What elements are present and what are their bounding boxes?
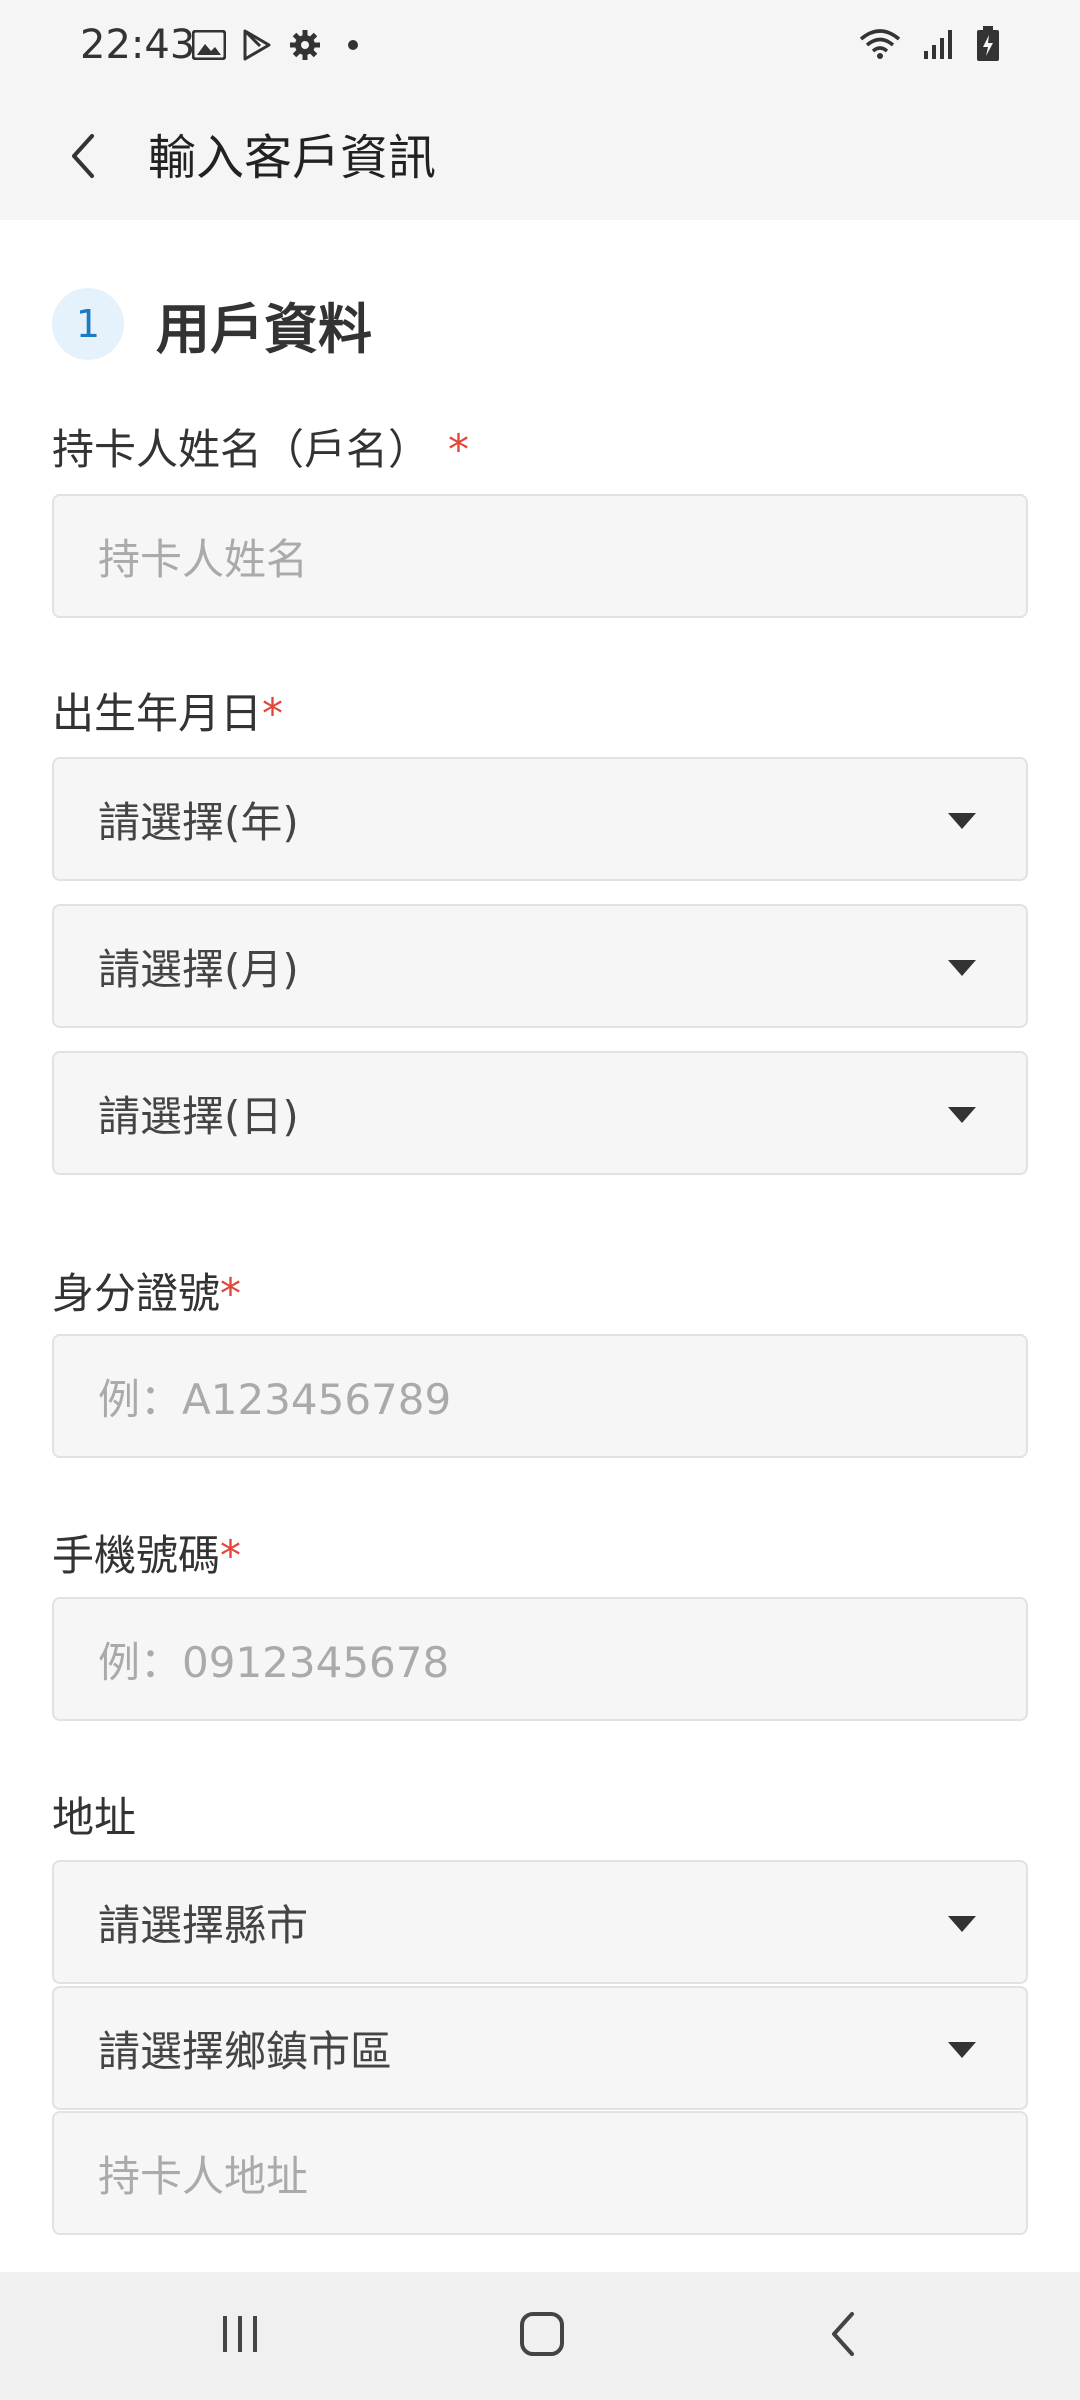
- recent-apps-icon: [218, 2312, 262, 2360]
- caret-down-icon: [948, 1107, 976, 1123]
- birth-year-select-text: 請選擇(年): [98, 797, 299, 847]
- city-select[interactable]: 請選擇縣市: [52, 1860, 1028, 1984]
- cardholder-name-label-text: 持卡人姓名（戶名）: [52, 425, 431, 474]
- birthdate-label: 出生年月日*: [52, 686, 283, 742]
- section-header: 1 用戶資料: [52, 286, 372, 362]
- cardholder-name-placeholder: 持卡人姓名: [98, 534, 309, 584]
- district-select[interactable]: 請選擇鄉鎮市區: [52, 1986, 1028, 2110]
- home-icon: [518, 2310, 566, 2362]
- address-input[interactable]: 持卡人地址: [52, 2111, 1028, 2235]
- image-icon: [191, 29, 227, 64]
- system-nav-bar: [0, 2272, 1080, 2400]
- cardholder-name-label: 持卡人姓名（戶名） *: [52, 422, 469, 478]
- id-number-label: 身分證號*: [52, 1266, 241, 1322]
- mobile-label-text: 手機號碼: [52, 1531, 221, 1580]
- district-select-text: 請選擇鄉鎮市區: [98, 2026, 393, 2076]
- city-select-text: 請選擇縣市: [98, 1900, 309, 1950]
- mobile-label: 手機號碼*: [52, 1528, 241, 1584]
- form-content: 1 用戶資料 持卡人姓名（戶名） * 持卡人姓名 出生年月日* 請選擇(年) 請選…: [0, 220, 1080, 2272]
- required-mark: *: [262, 689, 284, 738]
- signal-icon: [922, 27, 956, 65]
- mobile-placeholder: 例：0912345678: [98, 1637, 450, 1687]
- birth-day-select[interactable]: 請選擇(日): [52, 1051, 1028, 1175]
- caret-down-icon: [948, 960, 976, 976]
- birth-month-select[interactable]: 請選擇(月): [52, 904, 1028, 1028]
- caret-down-icon: [948, 813, 976, 829]
- address-placeholder: 持卡人地址: [98, 2151, 309, 2201]
- birth-month-select-text: 請選擇(月): [98, 944, 299, 994]
- home-button[interactable]: [482, 2296, 602, 2376]
- status-time: 22:43: [80, 22, 196, 68]
- cardholder-name-input[interactable]: 持卡人姓名: [52, 494, 1028, 618]
- app-bar: 輸入客戶資訊: [0, 96, 1080, 220]
- address-label-text: 地址: [52, 1793, 137, 1842]
- nav-back-button[interactable]: [784, 2296, 904, 2376]
- status-bar: 22:43: [0, 0, 1080, 96]
- birthdate-label-text: 出生年月日: [52, 689, 263, 738]
- recent-apps-button[interactable]: [180, 2296, 300, 2376]
- caret-down-icon: [948, 2042, 976, 2058]
- step-badge: 1: [52, 288, 124, 360]
- back-button[interactable]: [48, 118, 120, 198]
- birth-year-select[interactable]: 請選擇(年): [52, 757, 1028, 881]
- address-label: 地址: [52, 1790, 136, 1846]
- status-right-icons: [858, 26, 1000, 66]
- id-number-input[interactable]: 例：A123456789: [52, 1334, 1028, 1458]
- required-mark: *: [220, 1269, 242, 1318]
- id-number-label-text: 身分證號: [52, 1269, 221, 1318]
- id-number-placeholder: 例：A123456789: [98, 1374, 452, 1424]
- back-icon: [826, 2310, 862, 2362]
- section-title: 用戶資料: [156, 297, 372, 361]
- play-store-icon: [242, 29, 272, 65]
- page-title: 輸入客戶資訊: [148, 130, 437, 186]
- mobile-input[interactable]: 例：0912345678: [52, 1597, 1028, 1721]
- settings-gear-icon: [288, 28, 322, 66]
- battery-charging-icon: [976, 26, 1000, 66]
- chevron-left-icon: [64, 131, 104, 185]
- required-mark: *: [448, 425, 470, 474]
- status-left-icons: [191, 28, 368, 66]
- caret-down-icon: [948, 1916, 976, 1932]
- required-mark: *: [220, 1531, 242, 1580]
- dot-icon: [338, 30, 368, 64]
- wifi-icon: [858, 27, 902, 65]
- birth-day-select-text: 請選擇(日): [98, 1091, 299, 1141]
